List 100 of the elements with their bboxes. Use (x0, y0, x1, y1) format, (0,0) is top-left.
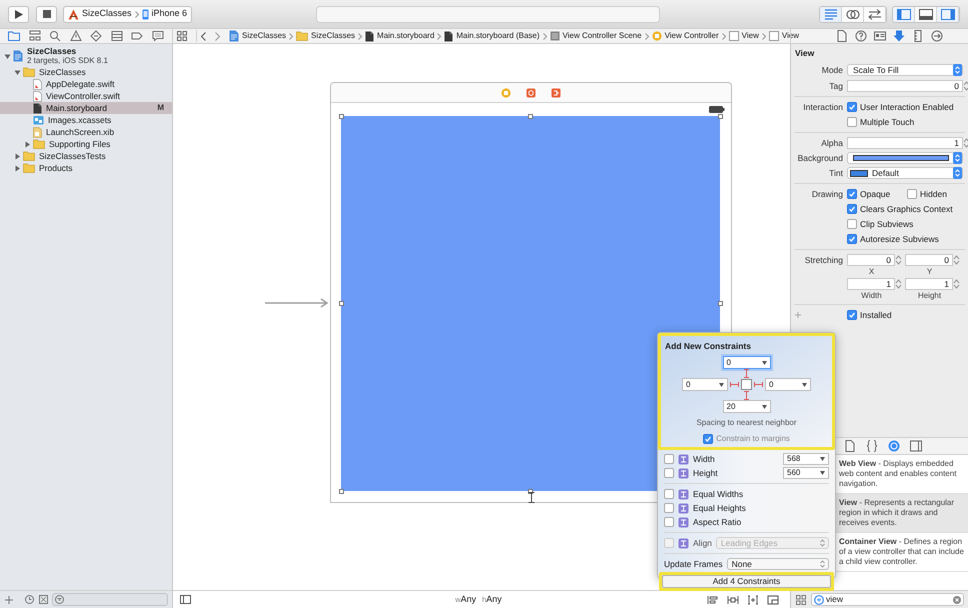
size-field[interactable]: 560 (783, 467, 829, 479)
breadcrumb-item[interactable]: View Controller Scene (550, 30, 642, 42)
navigator-item[interactable]: SizeClassesTests (0, 150, 172, 162)
stop-button[interactable] (36, 6, 57, 22)
breadcrumb-item[interactable]: Main.storyboard (365, 30, 434, 42)
checkbox[interactable] (847, 117, 857, 127)
stretching-field[interactable]: 1 (847, 278, 895, 290)
navigator-item[interactable]: LaunchScreen.xib (0, 126, 172, 138)
stepper-icon[interactable] (963, 80, 968, 92)
resizing-button[interactable] (766, 594, 780, 606)
library-tab[interactable] (865, 439, 879, 453)
bottom-spacing-field[interactable]: 20 (722, 400, 770, 413)
navigator-item[interactable]: SizeClasses 2 targets, iOS SDK 8.1 (0, 46, 172, 66)
library-filter-field[interactable]: view (811, 593, 964, 606)
left-spacing-field[interactable]: 0 (682, 378, 728, 391)
navigator-item[interactable]: Supporting Files (0, 138, 172, 150)
run-button[interactable] (8, 6, 29, 22)
utilities-toggle-button[interactable] (937, 6, 959, 22)
breadcrumb-item[interactable]: View (728, 30, 759, 42)
breadcrumb-item[interactable]: SizeClasses (296, 30, 356, 42)
inspector-tab[interactable] (892, 29, 906, 43)
resize-handle[interactable] (528, 489, 533, 494)
navigator-tab[interactable] (108, 29, 125, 43)
clear-icon[interactable] (953, 596, 961, 604)
navigator-item[interactable]: AppDelegate.swift (0, 78, 172, 90)
stretching-field[interactable]: 0 (847, 254, 895, 266)
checkbox[interactable] (664, 517, 674, 527)
pin-button[interactable] (726, 594, 740, 606)
size-field[interactable]: 568 (783, 453, 829, 465)
navigator-tab[interactable] (26, 29, 43, 43)
disclosure-triangle-icon[interactable] (14, 68, 21, 76)
navigator-item[interactable]: Images.xcassets (0, 114, 172, 126)
checkbox[interactable] (847, 234, 857, 244)
view-mode-button[interactable] (795, 594, 807, 606)
checkbox[interactable] (907, 189, 917, 199)
checkbox[interactable] (664, 503, 674, 513)
resize-handle[interactable] (718, 301, 723, 306)
source-control-button[interactable] (38, 594, 48, 604)
library-tab[interactable] (887, 439, 901, 453)
checkbox[interactable] (703, 434, 714, 444)
checkbox[interactable] (664, 454, 674, 464)
align-button[interactable] (706, 594, 720, 606)
tint-dropdown[interactable]: Default (847, 167, 963, 179)
mode-dropdown[interactable]: Scale To Fill (847, 64, 963, 76)
recent-files-button[interactable] (24, 594, 34, 604)
resize-handle[interactable] (718, 114, 723, 119)
checkbox[interactable] (664, 468, 674, 478)
update-frames-dropdown[interactable]: None (726, 558, 829, 570)
scheme-button[interactable]: SizeClasses (68, 7, 132, 21)
navigator-tab[interactable] (88, 29, 104, 43)
checkbox[interactable] (847, 204, 857, 214)
checkbox[interactable] (847, 219, 857, 229)
alpha-field[interactable]: 1 (847, 137, 963, 149)
background-color-well[interactable] (847, 152, 963, 164)
add-button[interactable] (4, 594, 14, 604)
stretching-field[interactable]: 0 (905, 254, 953, 266)
resize-handle[interactable] (339, 301, 344, 306)
breadcrumb-item[interactable]: Main.storyboard (Base) (444, 30, 540, 42)
stepper-icon[interactable] (963, 137, 968, 149)
right-spacing-field[interactable]: 0 (765, 378, 811, 391)
navigator-item[interactable]: ViewController.swift (0, 90, 172, 102)
checkbox[interactable] (847, 102, 857, 112)
navigator-tab[interactable] (150, 29, 166, 43)
navigator-item[interactable]: Products (0, 162, 172, 174)
disclosure-triangle-icon[interactable] (4, 52, 11, 60)
stepper-icon[interactable] (895, 254, 902, 266)
navigator-toggle-button[interactable] (893, 6, 915, 22)
resolve-button[interactable] (746, 594, 760, 606)
navigator-item[interactable]: SizeClasses (0, 66, 172, 78)
disclosure-triangle-icon[interactable] (24, 140, 31, 148)
disclosure-triangle-icon[interactable] (14, 152, 21, 160)
back-button[interactable] (196, 30, 206, 42)
standard-editor-button[interactable] (820, 6, 842, 22)
checkbox[interactable] (847, 189, 857, 199)
navigator-tab[interactable] (6, 29, 22, 43)
resize-handle[interactable] (528, 114, 533, 119)
cube-icon[interactable] (526, 88, 536, 98)
resize-handle[interactable] (339, 489, 344, 494)
stretching-field[interactable]: 1 (905, 278, 953, 290)
breadcrumb-item[interactable]: View Controller (652, 30, 719, 42)
tag-field[interactable]: 0 (847, 80, 963, 92)
stepper-icon[interactable] (895, 278, 902, 290)
add-constraints-button[interactable]: Add 4 Constraints (662, 575, 831, 588)
checkbox[interactable] (847, 310, 857, 320)
inspector-tab[interactable] (835, 29, 849, 43)
checkbox[interactable] (664, 489, 674, 499)
exit-icon[interactable] (551, 88, 561, 98)
library-tab[interactable] (843, 439, 857, 453)
disclosure-triangle-icon[interactable] (14, 164, 21, 172)
filter-field[interactable] (52, 593, 168, 606)
device-button[interactable]: iPhone 6 (142, 7, 188, 21)
breadcrumb-item[interactable]: SizeClasses (229, 30, 286, 42)
navigator-tab[interactable] (68, 29, 84, 43)
outline-toggle-button[interactable] (179, 594, 191, 604)
inspector-tab[interactable] (930, 29, 944, 43)
inspector-tab[interactable] (854, 29, 868, 43)
resize-handle[interactable] (339, 114, 344, 119)
inspector-tab[interactable] (873, 29, 887, 43)
related-items-button[interactable] (177, 30, 187, 42)
forward-button[interactable] (215, 30, 220, 42)
